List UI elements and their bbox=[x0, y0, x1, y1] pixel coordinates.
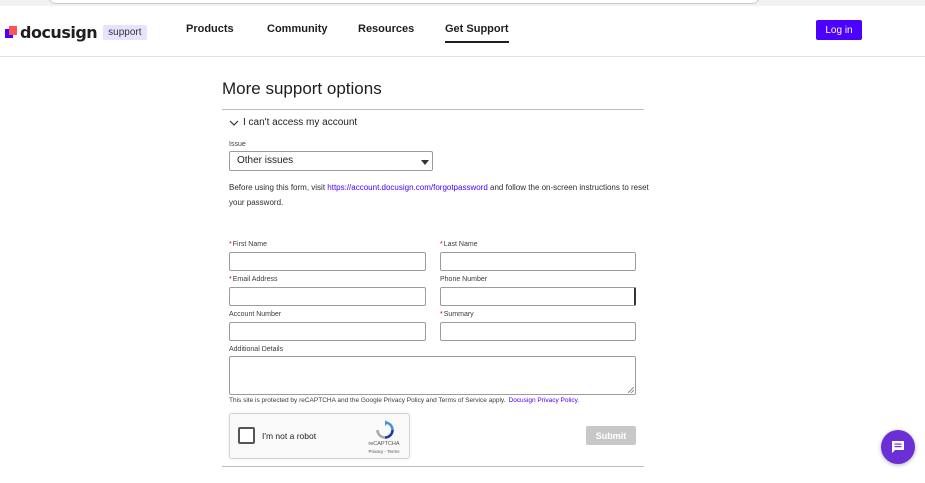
nav-products[interactable]: Products bbox=[186, 23, 234, 35]
email-input[interactable] bbox=[229, 287, 426, 306]
phone-input[interactable] bbox=[440, 287, 636, 306]
accordion-cant-access-account[interactable]: I can't access my account bbox=[229, 117, 357, 128]
phone-label: Phone Number bbox=[440, 276, 488, 283]
recaptcha-widget: I'm not a robot reCAPTCHA Privacy - Term… bbox=[229, 413, 410, 459]
additional-details-label: Additional Details bbox=[229, 346, 284, 353]
last-name-label: *Last Name bbox=[440, 241, 478, 248]
privacy-policy-link[interactable]: Docusign Privacy Policy. bbox=[509, 397, 580, 404]
summary-label: *Summary bbox=[440, 311, 474, 318]
accordion-label: I can't access my account bbox=[243, 117, 358, 128]
issue-label: Issue bbox=[229, 141, 246, 148]
title-divider bbox=[222, 109, 644, 110]
issue-select[interactable]: Other issues bbox=[229, 151, 433, 171]
logo-support-tag: support bbox=[103, 24, 147, 40]
recaptcha-logo-icon bbox=[376, 420, 394, 439]
recaptcha-checkbox[interactable] bbox=[238, 427, 255, 444]
submit-button[interactable]: Submit bbox=[586, 426, 636, 445]
summary-input[interactable] bbox=[440, 322, 636, 341]
account-number-label: Account Number bbox=[229, 311, 282, 318]
recaptcha-links[interactable]: Privacy - Terms bbox=[359, 449, 409, 454]
page-title: More support options bbox=[222, 79, 382, 98]
logo[interactable]: docusign support bbox=[5, 22, 147, 42]
first-name-label: *First Name bbox=[229, 241, 267, 248]
login-button[interactable]: Log in bbox=[816, 20, 862, 40]
issue-select-value: Other issues bbox=[237, 155, 294, 166]
docusign-logo-icon bbox=[5, 25, 18, 39]
nav-resources[interactable]: Resources bbox=[358, 23, 414, 35]
chat-bubble-icon bbox=[892, 441, 904, 453]
recaptcha-note: This site is protected by reCAPTCHA and … bbox=[229, 397, 580, 404]
address-bar[interactable] bbox=[48, 0, 760, 4]
additional-details-textarea[interactable] bbox=[229, 356, 636, 395]
logo-wordmark: docusign bbox=[20, 22, 98, 42]
forgot-password-link[interactable]: https://account.docusign.com/forgotpassw… bbox=[327, 183, 488, 192]
nav-get-support[interactable]: Get Support bbox=[445, 23, 509, 43]
last-name-input[interactable] bbox=[440, 252, 636, 271]
site-header: docusign support Products Community Reso… bbox=[0, 6, 925, 57]
chat-button[interactable] bbox=[881, 430, 915, 464]
recaptcha-brand: reCAPTCHA bbox=[368, 441, 400, 447]
recaptcha-label: I'm not a robot bbox=[262, 431, 317, 441]
resize-grip-icon[interactable] bbox=[628, 387, 634, 393]
dropdown-caret-icon bbox=[421, 160, 429, 165]
account-number-input[interactable] bbox=[229, 322, 426, 341]
bottom-divider bbox=[222, 466, 644, 467]
forgot-password-info: Before using this form, visit https://ac… bbox=[229, 183, 649, 207]
nav-community[interactable]: Community bbox=[267, 23, 328, 35]
email-label: *Email Address bbox=[229, 276, 278, 283]
first-name-input[interactable] bbox=[229, 252, 426, 271]
chevron-down-icon bbox=[229, 120, 239, 126]
